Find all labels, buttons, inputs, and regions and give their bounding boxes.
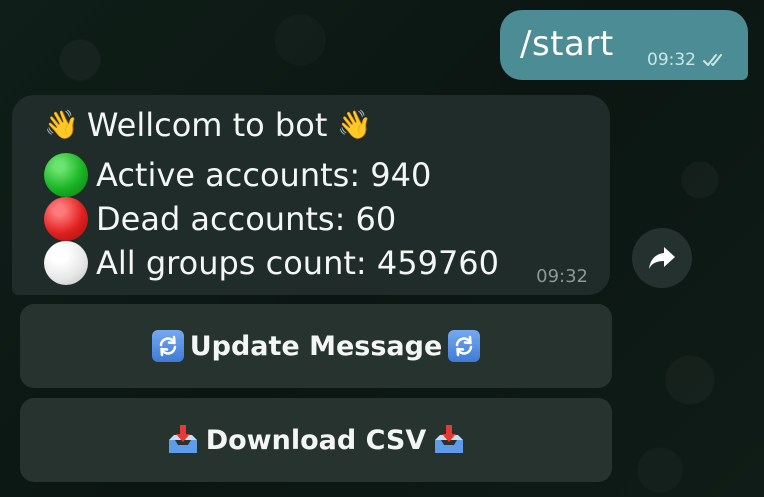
dead-accounts-text: Dead accounts: 60 [96,200,397,238]
active-accounts-text: Active accounts: 940 [96,156,432,194]
outgoing-message-bubble[interactable]: /start 09:32 [500,10,748,80]
incoming-message-bubble[interactable]: 👋 Wellcom to bot 👋 Active accounts: 940 … [12,95,610,295]
outgoing-message-time: 09:32 [647,50,696,70]
groups-count-line: All groups count: 459760 [44,241,499,285]
outgoing-message-meta: 09:32 [647,50,730,70]
red-circle-icon [44,197,88,241]
welcome-text: Wellcom to bot [86,106,328,144]
inbox-tray-icon [168,425,197,453]
update-message-label: Update Message [189,330,443,362]
waving-hand-icon: 👋 [337,108,373,141]
outgoing-message-text: /start [520,24,614,64]
forward-button[interactable] [632,228,692,288]
white-circle-icon [44,241,88,285]
incoming-message-time: 09:32 [536,266,588,287]
groups-count-text: All groups count: 459760 [96,244,500,282]
arrows-refresh-icon [151,330,184,362]
download-csv-button[interactable]: Download CSV [20,398,612,482]
green-circle-icon [44,153,88,197]
arrows-refresh-icon [448,330,481,362]
share-arrow-icon [649,247,675,269]
download-csv-label: Download CSV [205,424,427,456]
waving-hand-icon: 👋 [44,108,79,141]
active-accounts-line: Active accounts: 940 [44,153,431,197]
inbox-tray-icon [435,425,464,453]
double-check-icon [703,54,722,66]
dead-accounts-line: Dead accounts: 60 [44,197,396,241]
welcome-line: 👋 Wellcom to bot 👋 [44,109,380,141]
update-message-button[interactable]: Update Message [20,304,612,388]
